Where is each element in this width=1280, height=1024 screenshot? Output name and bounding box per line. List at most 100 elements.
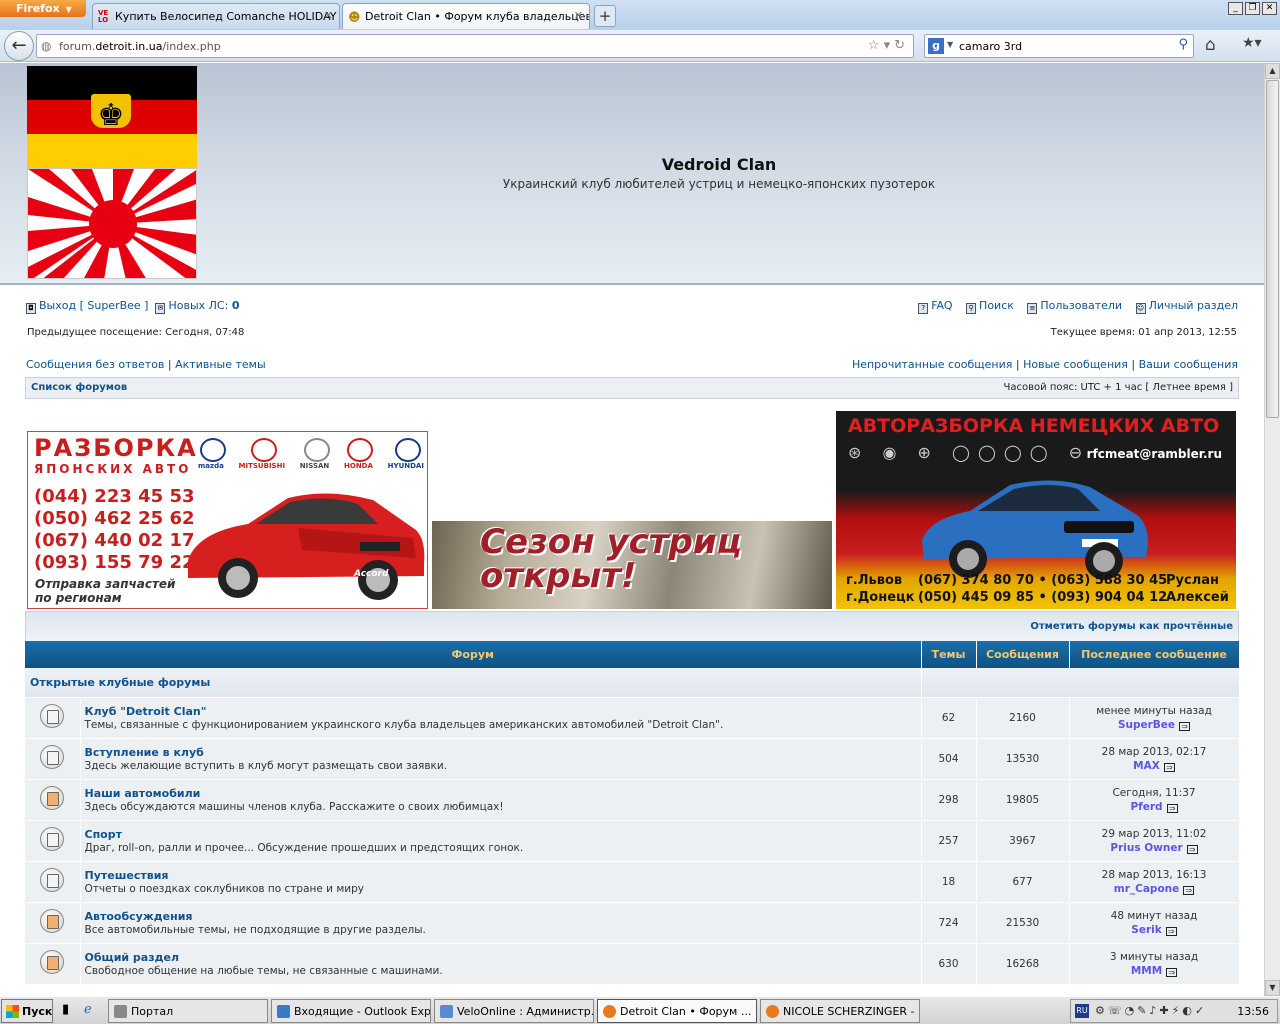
scrollbar-thumb[interactable] [1266, 80, 1279, 418]
forum-last-post-cell: Сегодня, 11:37 Pferd ⇒ [1069, 779, 1240, 821]
goto-last-post-icon[interactable]: ⇒ [1166, 803, 1178, 813]
goto-last-post-icon[interactable]: ⇒ [1186, 844, 1198, 854]
engine-dropdown-icon[interactable]: ▼ [947, 40, 953, 49]
tab-detroit-clan[interactable]: ☻ Detroit Clan • Форум клуба владельцев.… [342, 3, 590, 29]
bookmark-star-icon[interactable]: ☆▾↻ [868, 38, 909, 53]
last-post-author-link[interactable]: MMM [1131, 965, 1162, 977]
goto-last-post-icon[interactable]: ⇒ [1163, 762, 1175, 772]
ie-icon[interactable]: ℯ [84, 1002, 92, 1017]
forum-row: Путешествия Отчеты о поездках соклубников… [25, 861, 1240, 903]
new-tab-button[interactable]: + [594, 5, 616, 27]
forum-title-link[interactable]: Вступление в клуб [85, 746, 921, 759]
members-link[interactable]: Пользователи [1040, 299, 1122, 312]
url-bar[interactable]: ◍ forum.detroit.in.ua/index.php ☆▾↻ [36, 34, 914, 58]
forum-read-icon [40, 704, 65, 728]
tray-icons[interactable]: ⚙☏◔✎♪✚⚡◐✓ [1095, 1004, 1207, 1017]
pm-count[interactable]: 0 [232, 299, 240, 312]
user-bar-left: ◘ Выход [ SuperBee ] ✉ Новых ЛС: 0 [26, 299, 239, 314]
bookmarks-icon[interactable]: ★▾ [1242, 35, 1262, 51]
forum-status-cell [25, 820, 81, 862]
language-indicator[interactable]: RU [1075, 1004, 1089, 1018]
logout-link[interactable]: Выход [ SuperBee ] [39, 299, 148, 312]
task-detroit-clan[interactable]: Detroit Clan • Форум ... [597, 999, 757, 1023]
last-post-time: 28 мар 2013, 16:13 [1101, 868, 1207, 881]
close-window-icon[interactable]: ✕ [1262, 2, 1277, 15]
forum-title-link[interactable]: Наши автомобили [85, 787, 921, 800]
page-scrollbar[interactable]: ▲ ▼ [1264, 63, 1280, 996]
oyster-season-ad-banner[interactable]: Сезон устриц открыт! [432, 521, 832, 609]
search-link[interactable]: Поиск [979, 299, 1014, 312]
faq-link[interactable]: FAQ [931, 299, 952, 312]
forum-title-link[interactable]: Общий раздел [85, 951, 921, 964]
scroll-down-icon[interactable]: ▼ [1265, 980, 1280, 996]
forum-row: Общий раздел Свободное общение на любые т… [25, 943, 1240, 985]
forum-index-link[interactable]: Список форумов [31, 382, 127, 393]
new-posts-link[interactable]: Новые сообщения [1023, 358, 1128, 371]
forum-posts-count: 3967 [976, 820, 1070, 862]
search-icon: ⚲ [966, 303, 977, 314]
clock: 13:56 [1237, 1005, 1269, 1018]
forum-status-cell [25, 697, 81, 739]
forum-description: Здесь желающие вступить в клуб могут раз… [84, 759, 448, 772]
forum-info-cell: Путешествия Отчеты о поездках соклубников… [80, 861, 922, 903]
start-button[interactable]: Пуск [1, 999, 53, 1023]
your-posts-link[interactable]: Ваши сообщения [1139, 358, 1238, 371]
google-icon[interactable]: g [928, 38, 944, 54]
firefox-menu-button[interactable]: Firefox ▼ [0, 0, 86, 17]
restore-icon[interactable]: ❐ [1245, 2, 1260, 15]
current-time-text: Текущее время: 01 апр 2013, 12:55 [1050, 327, 1237, 338]
unanswered-posts-link[interactable]: Сообщения без ответов [26, 358, 164, 371]
firefox-icon [766, 1005, 779, 1018]
unread-posts-link[interactable]: Непрочитанные сообщения [852, 358, 1012, 371]
forum-status-cell [25, 943, 81, 985]
forum-title-link[interactable]: Спорт [85, 828, 921, 841]
forum-description: Драг, roll-on, ралли и прочее... Обсужде… [84, 841, 524, 854]
pm-link[interactable]: Новых ЛС: [168, 299, 228, 312]
task-portal[interactable]: Портал [108, 999, 268, 1023]
search-icon[interactable]: ⚲ [1178, 37, 1188, 52]
forum-title-link[interactable]: Автообсуждения [85, 910, 921, 923]
eagle-emblem-icon: ♚ [91, 94, 131, 133]
brand-logos: mazda MITSUBISHI NISSAN HONDA HYUNDAI [198, 436, 424, 472]
last-post-time: 29 мар 2013, 11:02 [1101, 827, 1207, 840]
active-topics-link[interactable]: Активные темы [175, 358, 266, 371]
close-tab-icon[interactable]: ✕ [324, 9, 333, 22]
japanese-parts-ad-banner[interactable]: РАЗБОРКА ЯПОНСКИХ АВТО mazda MITSUBISHI … [27, 431, 428, 609]
search-input[interactable] [959, 39, 1169, 54]
last-post-time: 28 мар 2013, 02:17 [1101, 745, 1207, 758]
task-veloonline[interactable]: VeloOnline : Администр... [434, 999, 594, 1023]
velo-favicon-icon: VE LO [98, 9, 109, 24]
task-nicole[interactable]: NICOLE SCHERZINGER - ... [760, 999, 920, 1023]
last-post-author-link[interactable]: Pferd [1130, 801, 1162, 813]
ucp-link[interactable]: Личный раздел [1149, 299, 1238, 312]
goto-last-post-icon[interactable]: ⇒ [1179, 721, 1191, 731]
task-outlook[interactable]: Входящие - Outlook Exp... [271, 999, 431, 1023]
forum-title-link[interactable]: Путешествия [85, 869, 921, 882]
last-post-author-link[interactable]: Serik [1131, 924, 1161, 936]
tab-velo[interactable]: VE LO Купить Велосипед Comanche HOLIDAY .… [92, 3, 340, 29]
goto-last-post-icon[interactable]: ⇒ [1165, 926, 1177, 936]
close-tab-icon[interactable]: ✕ [574, 9, 583, 22]
home-icon[interactable]: ⌂ [1205, 35, 1216, 55]
last-post-author-link[interactable]: Prius Owner [1110, 842, 1182, 854]
last-post-author-link[interactable]: SuperBee [1118, 719, 1175, 731]
scroll-up-icon[interactable]: ▲ [1265, 63, 1280, 79]
column-header-topics: Темы [921, 641, 977, 668]
german-parts-ad-banner[interactable]: АВТОРАЗБОРКА НЕМЕЦКИХ АВТО ⊛ ◉ ⊕ ◯◯◯◯ ⊖ … [836, 411, 1236, 609]
last-post-author-link[interactable]: mr_Capone [1114, 883, 1180, 895]
blue-coupe-image [922, 480, 1148, 580]
goto-last-post-icon[interactable]: ⇒ [1166, 967, 1178, 977]
forum-info-cell: Вступление в клуб Здесь желающие вступить… [80, 738, 922, 780]
mark-forums-read-link[interactable]: Отметить форумы как прочтённые [1030, 621, 1233, 632]
search-bar[interactable]: g ▼ ⚲ [924, 34, 1194, 58]
forum-topics-count: 18 [921, 861, 977, 903]
forum-title-link[interactable]: Клуб "Detroit Clan" [85, 705, 921, 718]
quicklaunch-icon[interactable]: ▮ [62, 1002, 69, 1017]
back-arrow-icon[interactable]: ← [4, 31, 34, 61]
last-post-author-link[interactable]: MAX [1133, 760, 1160, 772]
category-link[interactable]: Открытые клубные форумы [30, 676, 210, 689]
forum-info-cell: Спорт Драг, roll-on, ралли и прочее... Об… [80, 820, 922, 862]
minimize-icon[interactable]: _ [1228, 2, 1243, 15]
goto-last-post-icon[interactable]: ⇒ [1183, 885, 1195, 895]
nissan-logo: NISSAN [300, 436, 329, 472]
